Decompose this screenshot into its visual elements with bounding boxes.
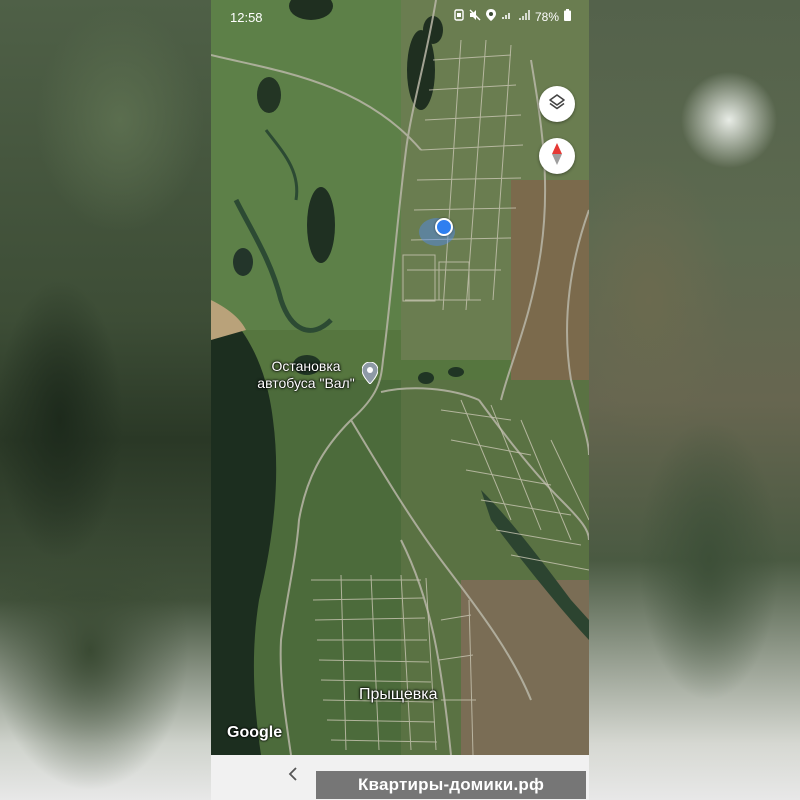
wifi-icon: [501, 9, 513, 24]
map-pin-icon[interactable]: [361, 361, 379, 389]
google-logo: Google: [227, 724, 283, 741]
poi-label[interactable]: Остановка автобуса "Вал": [231, 358, 381, 392]
compass-button[interactable]: [539, 138, 575, 174]
compass-icon: [550, 142, 564, 170]
status-time: 12:58: [230, 10, 263, 25]
status-bar: 12:58 78%: [211, 0, 589, 34]
poi-label-line1: Остановка: [271, 358, 341, 374]
blurred-background-right: [589, 0, 800, 800]
back-chevron-icon[interactable]: [287, 766, 299, 787]
notification-icon: [454, 9, 464, 24]
poi-label-line2: автобуса "Вал": [257, 375, 355, 391]
layers-icon: [548, 93, 566, 116]
mute-icon: [469, 9, 481, 24]
signal-icon: [518, 9, 530, 24]
my-location-dot: [435, 218, 453, 236]
town-label[interactable]: Прыщевка: [359, 686, 438, 704]
battery-text: 78%: [534, 9, 559, 24]
battery-icon: [564, 9, 571, 24]
status-icons: 78%: [454, 9, 571, 24]
location-icon: [485, 9, 496, 24]
watermark: Квартиры-домики.рф: [316, 771, 586, 799]
layers-button[interactable]: [539, 86, 575, 122]
blurred-background-left: [0, 0, 211, 800]
phone-screen: 12:58 78% Остановка автобуса "Вал" Прыще…: [211, 0, 589, 800]
